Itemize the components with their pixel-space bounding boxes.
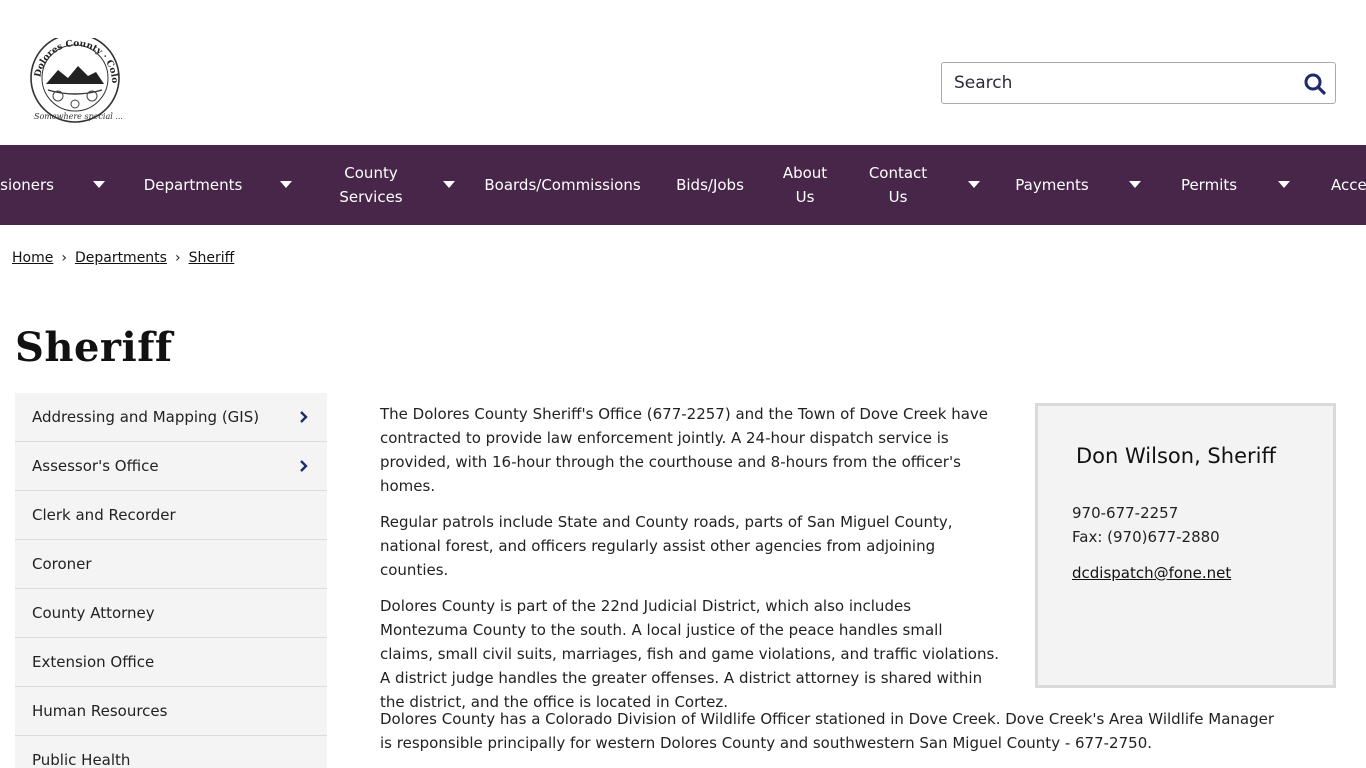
sidebar-item-label: Clerk and Recorder (32, 506, 176, 524)
sidebar-item-label: Human Resources (32, 702, 168, 720)
chevron-down-icon[interactable] (968, 181, 980, 188)
nav-label: Payments (1015, 176, 1089, 194)
chevron-down-icon[interactable] (1278, 181, 1290, 188)
contact-card: Don Wilson, Sheriff 970-677-2257 Fax: (9… (1035, 403, 1336, 688)
contact-email-link[interactable]: dcdispatch@fone.net (1072, 564, 1231, 582)
sidebar-nav: Addressing and Mapping (GIS) Assessor's … (15, 393, 327, 768)
sidebar-item-coroner[interactable]: Coroner (15, 540, 327, 589)
chevron-down-icon[interactable] (93, 181, 105, 188)
nav-label: Boards/Commissions (484, 176, 641, 194)
sidebar-item-gis[interactable]: Addressing and Mapping (GIS) (15, 393, 327, 442)
sidebar-item-label: Public Health (32, 751, 131, 768)
nav-label: Commissioners (0, 176, 54, 194)
search-button[interactable] (1303, 72, 1327, 96)
sidebar-item-human-resources[interactable]: Human Resources (15, 687, 327, 736)
content-paragraph: Dolores County is part of the 22nd Judic… (380, 597, 1000, 711)
sidebar-item-extension[interactable]: Extension Office (15, 638, 327, 687)
chevron-down-icon[interactable] (280, 181, 292, 188)
content-paragraph: The Dolores County Sheriff's Office (677… (380, 405, 989, 495)
contact-name: Don Wilson, Sheriff (1076, 444, 1276, 468)
county-logo[interactable]: Dolores County · Colorado Somewhere spec… (25, 31, 124, 126)
search-input[interactable] (943, 64, 1293, 102)
sidebar-item-county-attorney[interactable]: County Attorney (15, 589, 327, 638)
nav-county-services[interactable]: County Services (333, 145, 409, 225)
breadcrumb-sheriff[interactable]: Sheriff (189, 250, 235, 266)
logo-tagline: Somewhere special ... (34, 112, 123, 121)
sidebar-item-label: Assessor's Office (32, 457, 159, 475)
search-box (941, 62, 1336, 104)
sidebar-item-label: County Attorney (32, 604, 155, 622)
sidebar-item-label: Coroner (32, 555, 92, 573)
main-nav: Commissioners Departments County Service… (0, 145, 1366, 225)
nav-label: Contact Us (868, 164, 928, 206)
breadcrumb-departments[interactable]: Departments (75, 250, 167, 266)
chevron-down-icon[interactable] (443, 181, 455, 188)
nav-label: About Us (782, 164, 828, 206)
nav-contact-us[interactable]: Contact Us (864, 145, 932, 225)
sidebar-item-clerk[interactable]: Clerk and Recorder (15, 491, 327, 540)
nav-bids-jobs[interactable]: Bids/Jobs (674, 145, 746, 225)
nav-accessibility[interactable]: Accessibility (1331, 145, 1366, 225)
chevron-down-icon[interactable] (1129, 181, 1141, 188)
breadcrumb-home[interactable]: Home (12, 250, 53, 266)
nav-permits[interactable]: Permits (1180, 145, 1238, 225)
breadcrumb: Home › Departments › Sheriff (12, 250, 234, 266)
nav-about-us[interactable]: About Us (778, 145, 832, 225)
nav-commissioners[interactable]: Commissioners (0, 145, 54, 225)
sidebar-item-assessor[interactable]: Assessor's Office (15, 442, 327, 491)
contact-phone: 970-677-2257 (1072, 504, 1179, 522)
magnifier-icon (1304, 73, 1326, 95)
wildlife-paragraph: Dolores County has a Colorado Division o… (380, 710, 1275, 752)
page-title: Sheriff (15, 324, 173, 371)
breadcrumb-separator: › (174, 250, 181, 266)
sidebar-item-label: Addressing and Mapping (GIS) (32, 408, 260, 426)
nav-departments[interactable]: Departments (143, 145, 243, 225)
nav-payments[interactable]: Payments (1015, 145, 1089, 225)
nav-label: County Services (339, 164, 403, 206)
nav-label: Bids/Jobs (676, 176, 744, 194)
breadcrumb-separator: › (61, 250, 67, 266)
sidebar-item-label: Extension Office (32, 653, 155, 671)
nav-label: Accessibility (1331, 176, 1366, 194)
nav-boards-commissions[interactable]: Boards/Commissions (484, 145, 640, 225)
main-content: The Dolores County Sheriff's Office (677… (380, 402, 1000, 726)
nav-label: Departments (143, 176, 243, 194)
chevron-right-icon (300, 411, 308, 423)
sidebar-item-public-health[interactable]: Public Health (15, 736, 327, 768)
contact-fax: Fax: (970)677-2880 (1072, 528, 1220, 546)
nav-label: Permits (1180, 176, 1238, 194)
content-paragraph: Regular patrols include State and County… (380, 513, 953, 579)
chevron-right-icon (300, 460, 308, 472)
